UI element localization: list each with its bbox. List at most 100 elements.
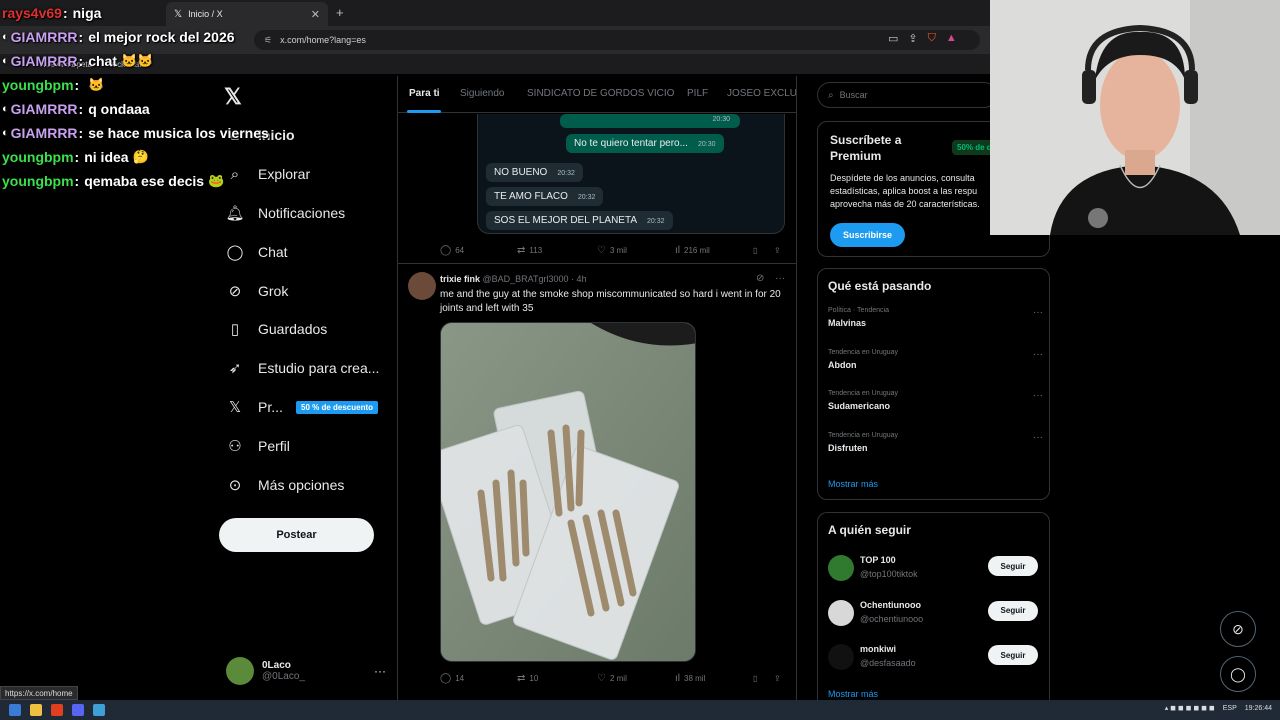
chat-message: ◐ GIAMRRR: el mejor rock del 2026 [2,25,282,49]
chat-float-button[interactable]: ◯ [1220,656,1256,692]
discord-icon[interactable] [72,704,84,716]
show-more-link[interactable]: Mostrar más [828,689,878,699]
follow-button[interactable]: Seguir [988,600,1038,621]
avatar[interactable] [828,644,854,670]
retweet-button[interactable]: ⇄ 10 [517,673,538,684]
follow-name: Ochentiunooo [860,599,921,610]
divider [398,263,796,264]
nav-item-grok[interactable]: ⊘ Grok [222,271,392,310]
trend-item[interactable]: Tendencia en Uruguay Disfruten ··· [828,432,1043,468]
search-input[interactable]: ⌕ Buscar [817,82,997,108]
more-icon[interactable]: ··· [1033,349,1043,360]
cast-icon[interactable]: ▭ [888,32,898,45]
tweet-time[interactable]: · 4h [571,274,587,284]
nav-label: Notificaciones [258,204,346,221]
tweet-image-whatsapp-screenshot[interactable]: 20:30 No te quiero tentar pero... 20:30 N… [477,114,785,234]
like-count: 3 mil [609,245,627,255]
file-explorer-icon[interactable] [30,704,42,716]
nav-label: Estudio para crea... [258,360,380,377]
start-icon[interactable] [9,704,21,716]
nav-item-estudio-para-crea[interactable]: ➶ Estudio para crea... [222,349,392,388]
clock[interactable]: 19:26:44 [1245,705,1272,712]
tab-siguiendo[interactable]: Siguiendo [460,88,504,99]
share-icon[interactable]: ⇪ [908,32,917,45]
subscribe-button[interactable]: Suscribirse [830,223,905,247]
follow-suggestion[interactable]: monkiwi @desfasaado Seguir [828,644,1043,674]
reply-icon: ◯ [440,244,452,256]
more-icon[interactable]: ··· [1033,307,1043,318]
tab-list-joseo[interactable]: JOSEO EXCLUSI [727,88,796,99]
wa-incoming-bubble: TE AMO FLACO 20:32 [486,187,604,206]
follow-suggestion[interactable]: TOP 100 @top100tiktok Seguir [828,555,1043,585]
follow-handle: @top100tiktok [860,569,918,579]
wa-time: 20:30 [697,141,716,148]
nav-item-m-s-opciones[interactable]: ⊙ Más opciones [222,465,392,504]
avatar[interactable] [828,599,854,626]
retweet-button[interactable]: ⇄ 113 [517,245,542,256]
trend-item[interactable]: Tendencia en Uruguay Abdon ··· [828,349,1043,385]
avatar[interactable] [408,272,436,300]
follow-button[interactable]: Seguir [988,645,1038,665]
account-switcher[interactable]: 0Laco @0Laco_ ··· [226,655,386,687]
nav-item-guardados[interactable]: ▯ Guardados [222,310,392,349]
more-icon[interactable]: ··· [374,664,386,678]
reply-count: 14 [455,673,465,683]
trend-item[interactable]: Política · Tendencia Malvinas ··· [828,307,1043,343]
more-icon[interactable]: ··· [1033,390,1043,401]
heart-icon: ♡ [597,244,606,256]
chat-message: youngbpm: 🐱 [2,73,282,97]
follow-suggestion[interactable]: Ochentiunooo @ochentiunooo Seguir [828,599,1043,630]
more-icon[interactable]: ··· [775,273,785,284]
bookmark-icon[interactable]: ▯ [753,674,757,683]
retweet-count: 10 [529,673,539,683]
chat-text: se hace musica los viernes [88,125,269,141]
language-indicator[interactable]: ESP [1223,705,1237,712]
tray-icons[interactable]: ▴ ◼ ◼ ◼ ◼ ◼ ◼ [1165,704,1215,712]
nav-item-chat[interactable]: ◯ Chat [222,232,392,271]
post-button[interactable]: Postear [219,518,374,552]
brave-shield-icon[interactable]: ⛉ [928,32,936,45]
reply-button[interactable]: ◯ 64 [440,245,464,256]
brave-rewards-icon[interactable]: ▲ [946,32,957,45]
like-button[interactable]: ♡ 3 mil [597,245,627,256]
brave-icon[interactable] [51,704,63,716]
wa-time: 20:32 [557,170,575,177]
trend-item[interactable]: Tendencia en Uruguay Sudamericano ··· [828,390,1043,426]
premium-title: Suscríbete a Premium [830,133,902,163]
grok-icon[interactable]: ⊘ [756,273,764,284]
url-text: x.com/home?lang=es [280,35,366,45]
chat-separator: : [74,173,80,189]
wa-message: TE AMO FLACO [494,191,568,202]
nav-item-pr[interactable]: 𝕏 Pr... 50 % de descuento [222,388,392,427]
trend-context: Tendencia en Uruguay [828,431,899,439]
retweet-icon: ⇄ [517,244,526,256]
grok-float-button[interactable]: ⊘ [1220,611,1256,647]
close-tab-icon[interactable]: ✕ [311,8,320,21]
follow-button[interactable]: Seguir [988,556,1038,576]
share-icon[interactable]: ⇪ [774,674,781,683]
tab-para-ti[interactable]: Para ti [409,88,440,99]
new-tab-icon[interactable]: + [336,5,344,20]
tweet-photo[interactable] [440,322,696,662]
more-icon[interactable]: ··· [1033,432,1043,443]
chat-badge-icon: ◐ [2,127,9,139]
chat-username: rays4v69 [2,5,62,21]
views-button[interactable]: ıl 216 mil [675,245,710,256]
views-button[interactable]: ıl 38 mil [675,673,705,684]
reply-button[interactable]: ◯ 14 [440,673,464,684]
search-icon: ⌕ [828,89,834,101]
share-icon[interactable]: ⇪ [774,246,781,255]
tab-list-pilf[interactable]: PILF [687,88,708,99]
bookmark-icon[interactable]: ▯ [753,246,757,255]
nav-item-notificaciones[interactable]: 🔔︎ Notificaciones [222,194,392,233]
tweet-actions: ◯ 14 ⇄ 10 ♡ 2 mil ıl 38 mil ▯ ⇪ [440,670,790,686]
author-handle[interactable]: @BAD_BRATgrl3000 [483,274,569,284]
app-icon[interactable] [93,704,105,716]
like-button[interactable]: ♡ 2 mil [597,673,627,684]
nav-item-perfil[interactable]: ⚇ Perfil [222,426,392,465]
tab-list-sindicato[interactable]: SINDICATO DE GORDOS VICIO [527,88,674,99]
url-field[interactable]: ⚟ x.com/home?lang=es [254,30,980,50]
show-more-link[interactable]: Mostrar más [828,479,878,489]
avatar[interactable] [828,555,854,581]
author-name[interactable]: trixie fink [440,274,480,284]
